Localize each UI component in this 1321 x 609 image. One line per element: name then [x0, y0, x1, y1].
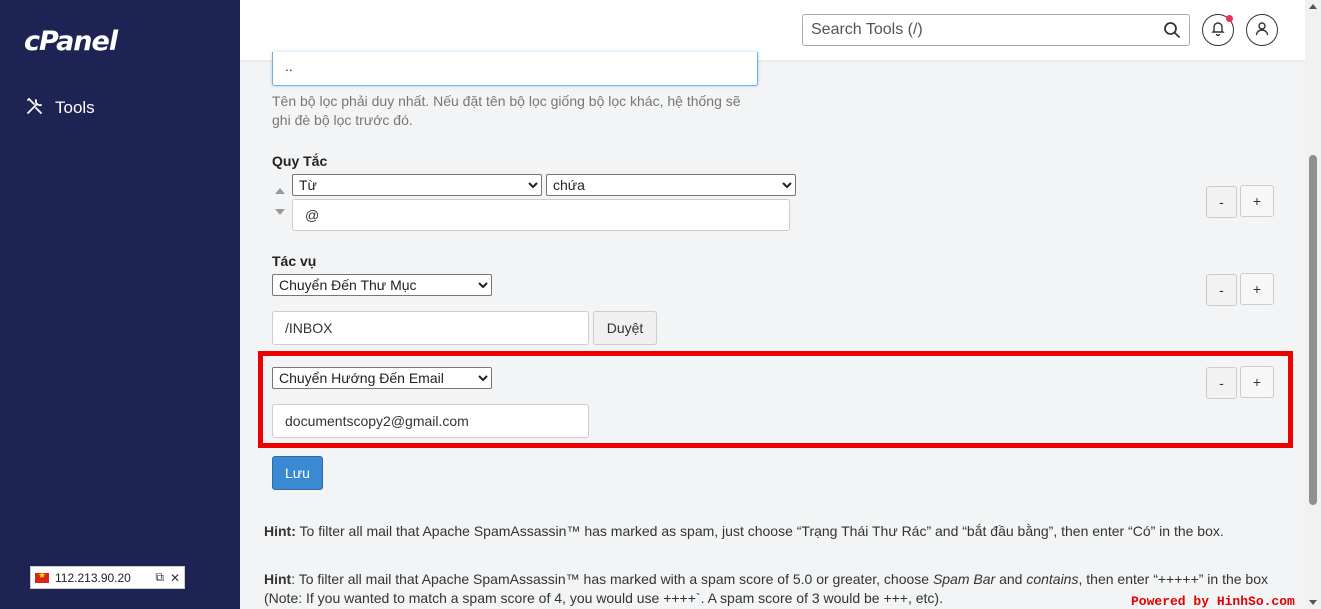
search-icon[interactable]	[1163, 21, 1181, 42]
move-rule-up-icon[interactable]	[275, 188, 285, 194]
watermark: Powered by HinhSo.com	[1131, 594, 1295, 609]
cpanel-logo[interactable]: cPanel	[24, 26, 118, 57]
actions-label: Tác vụ	[272, 253, 317, 269]
rule-value-input[interactable]	[292, 199, 790, 231]
page-scrollbar[interactable]	[1305, 0, 1321, 609]
hint-spam-status: Hint: To filter all mail that Apache Spa…	[264, 522, 1289, 541]
notifications-button[interactable]	[1202, 14, 1234, 46]
hint-contains: contains	[1026, 571, 1079, 587]
action2-select[interactable]: Chuyển Hướng Đến Email	[272, 367, 492, 389]
user-icon	[1255, 21, 1269, 39]
sidebar-item-tools[interactable]: Tools	[25, 96, 95, 119]
notification-dot	[1226, 15, 1233, 22]
filter-name-input[interactable]: ..	[272, 52, 758, 86]
filter-name-help: Tên bộ lọc phải duy nhất. Nếu đặt tên bộ…	[272, 93, 741, 128]
rules-label: Quy Tắc	[272, 153, 328, 169]
rule-operator-select[interactable]: chứa	[546, 174, 796, 196]
add-rule-button[interactable]: +	[1240, 185, 1274, 217]
hint-text: : To filter all mail that Apache SpamAss…	[291, 571, 933, 587]
hint-prefix: Hint	[264, 571, 292, 587]
hint-prefix: Hint:	[264, 523, 296, 539]
add-action1-button[interactable]: +	[1240, 273, 1274, 305]
hint-text: To filter all mail that Apache SpamAssas…	[295, 523, 1224, 539]
search-input[interactable]	[803, 15, 1143, 45]
scroll-down-arrow[interactable]	[1309, 600, 1317, 605]
search-box	[802, 14, 1190, 46]
top-header	[240, 0, 1305, 60]
scroll-thumb[interactable]	[1309, 155, 1317, 505]
rule-field-select[interactable]: Từ	[292, 174, 542, 196]
copy-icon[interactable]: ⧉	[155, 570, 164, 585]
ip-address: 112.213.90.20	[55, 570, 131, 585]
move-rule-down-icon[interactable]	[275, 209, 285, 215]
sidebar-item-label: Tools	[55, 97, 95, 117]
save-button[interactable]: Lưu	[272, 456, 323, 490]
hint-text: and	[995, 571, 1027, 587]
sidebar: cPanel Tools 112.213.90.20 ⧉ ✕	[0, 0, 240, 609]
user-menu-button[interactable]	[1246, 14, 1278, 46]
bell-icon	[1211, 21, 1225, 39]
remove-rule-button[interactable]: -	[1206, 186, 1237, 218]
ip-address-widget: 112.213.90.20 ⧉ ✕	[30, 566, 185, 589]
browse-button[interactable]: Duyệt	[593, 311, 657, 345]
vietnam-flag-icon	[35, 570, 49, 583]
action1-folder-input[interactable]	[272, 311, 589, 345]
add-action2-button[interactable]: +	[1240, 366, 1274, 398]
close-icon[interactable]: ✕	[170, 571, 180, 585]
tools-icon	[25, 96, 45, 119]
remove-action2-button[interactable]: -	[1206, 367, 1237, 399]
action2-email-input[interactable]	[272, 404, 589, 438]
action1-select[interactable]: Chuyển Đến Thư Mục	[272, 274, 492, 296]
remove-action1-button[interactable]: -	[1206, 274, 1237, 306]
scroll-up-arrow[interactable]	[1309, 4, 1317, 9]
hint-spam-bar: Spam Bar	[932, 571, 996, 587]
